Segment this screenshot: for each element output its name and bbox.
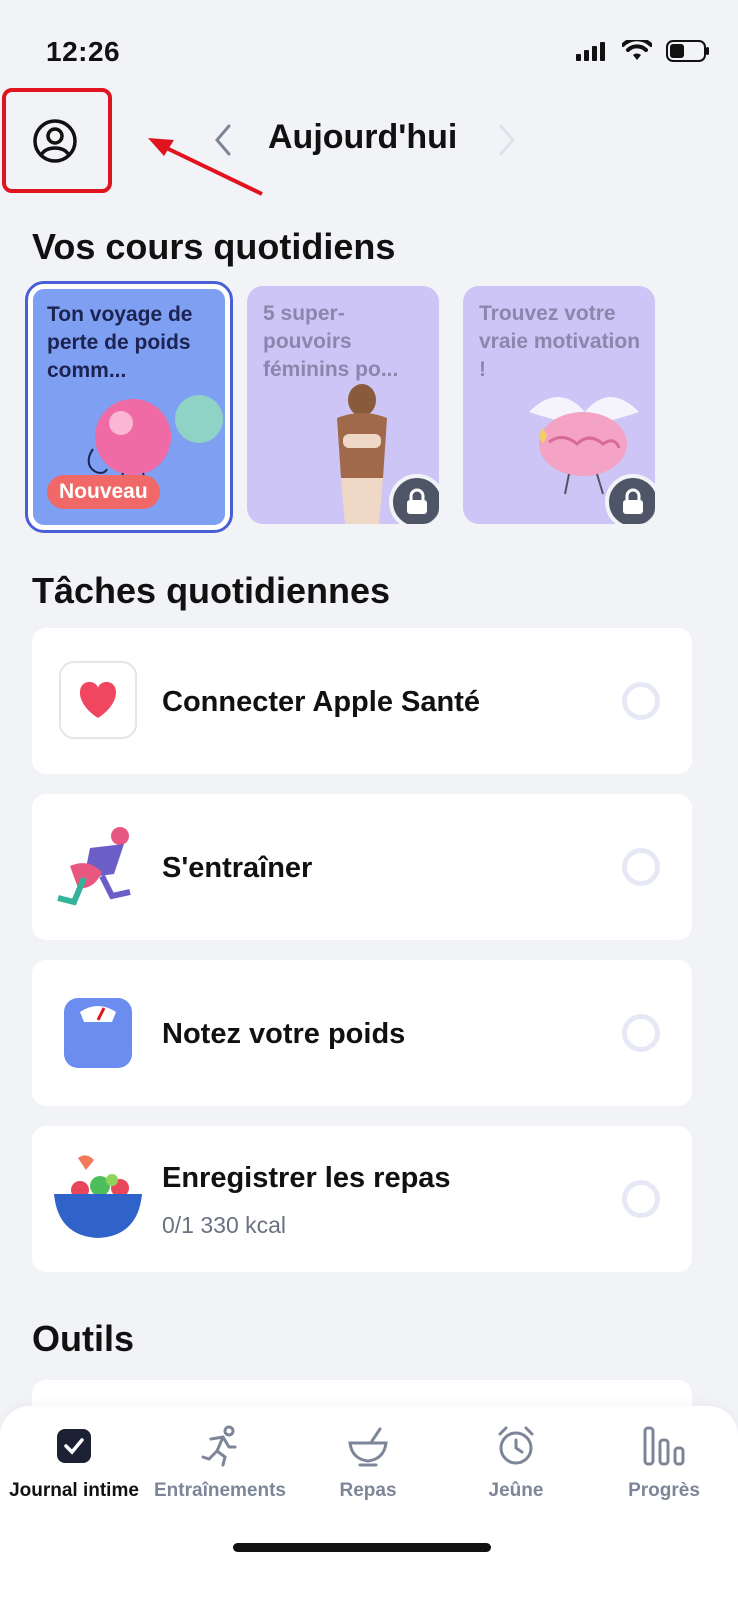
alarm-clock-icon [442,1422,590,1470]
tasks-section-title: Tâches quotidiennes [32,570,391,611]
task-log-meals[interactable]: Enregistrer les repas 0/1 330 kcal [32,1126,692,1272]
scale-icon [50,984,146,1080]
task-label: Enregistrer les repas [162,1162,451,1194]
user-profile-icon [33,119,77,163]
task-workout[interactable]: S'entraîner [32,794,692,940]
task-label: Connecter Apple Santé [162,686,480,718]
task-label: Notez votre poids [162,1018,406,1050]
course-illustration [87,395,223,488]
tab-progress[interactable]: Progrès [590,1422,738,1502]
tab-meals[interactable]: Repas [294,1422,442,1502]
tab-label: Jeûne [488,1480,544,1501]
tab-label: Progrès [628,1480,700,1501]
task-checkbox[interactable] [622,1014,660,1052]
tasks-list: Connecter Apple Santé S'entraîner Notez … [32,628,692,1292]
lock-badge [605,474,655,524]
previous-day-button[interactable] [208,120,238,160]
chevron-right-icon [499,124,515,156]
course-card[interactable]: Trouvez votre vraie motivation ! [463,286,655,524]
runner-icon [50,818,146,914]
courses-section-title: Vos cours quotidiens [32,226,396,267]
task-checkbox[interactable] [622,1180,660,1218]
courses-carousel[interactable]: Ton voyage de perte de poids comm... Nou… [22,281,738,534]
lock-icon [407,488,427,514]
lock-icon [623,488,643,514]
lock-badge [389,474,439,524]
task-connect-apple-health[interactable]: Connecter Apple Santé [32,628,692,774]
tab-label: Repas [339,1480,397,1501]
task-label: S'entraîner [162,852,313,884]
task-checkbox[interactable] [622,682,660,720]
tab-workouts[interactable]: Entraînements [146,1422,294,1502]
tab-label: Journal intime [9,1480,139,1501]
home-indicator [233,1543,491,1552]
bar-chart-icon [590,1422,738,1470]
tab-journal[interactable]: Journal intime [0,1422,148,1502]
chevron-left-icon [215,124,231,156]
status-bar: 12:26 [0,0,738,100]
header: Aujourd'hui [0,88,738,196]
new-badge: Nouveau [47,475,160,509]
tab-label: Entraînements [154,1480,286,1501]
course-card[interactable]: Ton voyage de perte de poids comm... Nou… [25,281,233,533]
battery-icon [666,40,710,67]
bowl-icon [294,1422,442,1470]
salad-bowl-icon [50,1150,146,1246]
task-checkbox[interactable] [622,848,660,886]
runner-icon [146,1422,294,1470]
page-title: Aujourd'hui [268,118,458,156]
tools-section-title: Outils [32,1318,135,1359]
annotation-arrow [140,128,270,203]
next-day-button[interactable] [492,120,522,160]
cellular-signal-icon [576,41,608,66]
course-title: 5 super-pouvoirs féminins po... [263,302,399,381]
course-title: Ton voyage de perte de poids comm... [47,303,193,382]
tab-fasting[interactable]: Jeûne [442,1422,590,1502]
tab-bar: Journal intime Entraînements Repas Jeûne… [0,1406,738,1600]
profile-button[interactable] [30,116,80,166]
wifi-icon [621,37,653,67]
task-calories: 0/1 330 kcal [162,1212,287,1238]
heart-icon [50,652,146,748]
course-title: Trouvez votre vraie motivation ! [479,302,641,381]
task-log-weight[interactable]: Notez votre poids [32,960,692,1106]
status-icons [576,37,710,67]
journal-check-icon [0,1422,148,1470]
status-time: 12:26 [46,36,121,67]
course-card[interactable]: 5 super-pouvoirs féminins po... [247,286,439,524]
